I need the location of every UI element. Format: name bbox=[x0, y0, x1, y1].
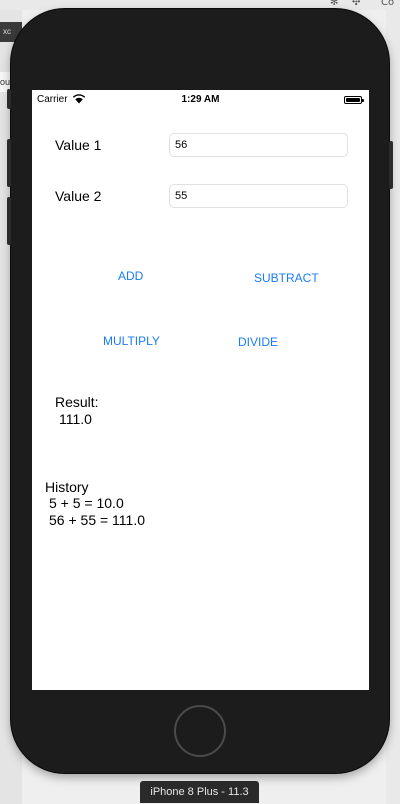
history-label: History bbox=[45, 479, 89, 495]
add-button[interactable]: ADD bbox=[118, 269, 143, 283]
status-time: 1:29 AM bbox=[181, 94, 220, 105]
host-tab-label: xc bbox=[3, 27, 11, 36]
status-bar: Carrier 1:29 AM bbox=[32, 90, 369, 110]
app-screen: Carrier 1:29 AM Value 1 56 Value 2 55 AD… bbox=[32, 90, 369, 690]
volume-down-button bbox=[7, 197, 11, 245]
mute-switch bbox=[7, 89, 11, 109]
settings-icon[interactable]: ✣ bbox=[352, 0, 360, 8]
battery-icon bbox=[344, 96, 364, 104]
volume-up-button bbox=[7, 139, 11, 187]
result-value: 111.0 bbox=[59, 411, 92, 427]
host-list-label: ou bbox=[0, 77, 11, 87]
value1-input[interactable]: 56 bbox=[169, 133, 348, 157]
value2-input[interactable]: 55 bbox=[169, 184, 348, 208]
bluetooth-icon[interactable]: ✻ bbox=[330, 0, 338, 8]
simulator-device-label: iPhone 8 Plus - 11.3 bbox=[140, 781, 259, 803]
history-entry: 56 + 55 = 111.0 bbox=[49, 512, 146, 528]
history-entry: 5 + 5 = 10.0 bbox=[49, 495, 124, 511]
power-button bbox=[389, 141, 393, 189]
result-label: Result: bbox=[55, 394, 99, 410]
host-tray-text[interactable]: Co bbox=[381, 0, 394, 8]
multiply-button[interactable]: MULTIPLY bbox=[103, 334, 160, 348]
divide-button[interactable]: DIVIDE bbox=[238, 335, 278, 349]
value2-label: Value 2 bbox=[55, 188, 102, 204]
home-button[interactable] bbox=[174, 705, 226, 757]
value1-label: Value 1 bbox=[55, 137, 102, 153]
subtract-button[interactable]: SUBTRACT bbox=[254, 271, 319, 285]
